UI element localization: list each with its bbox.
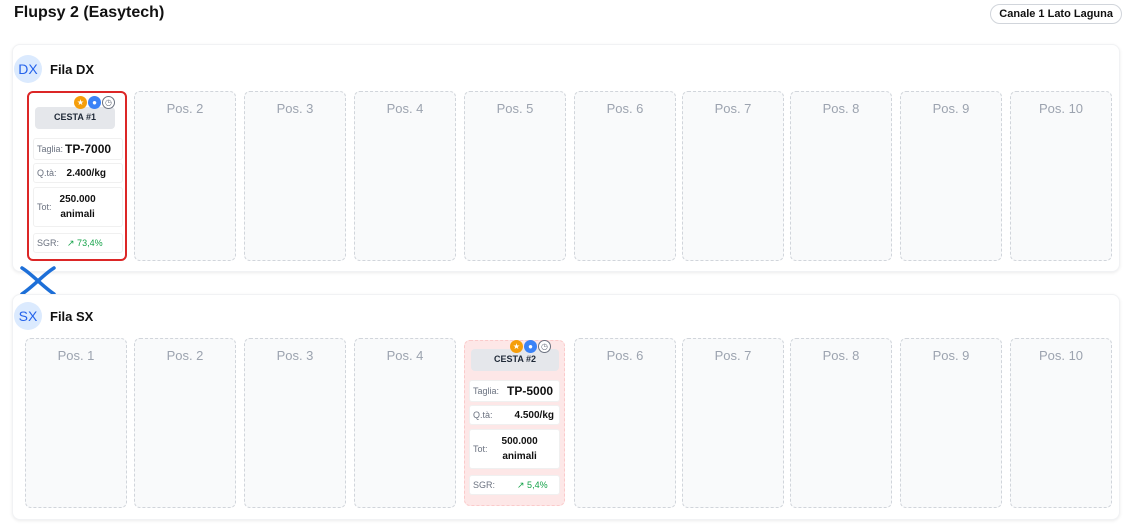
slot-dx-3[interactable]: Pos. 3 bbox=[244, 91, 346, 261]
slot-sx-3[interactable]: Pos. 3 bbox=[244, 338, 346, 508]
slot-label: Pos. 9 bbox=[932, 101, 970, 116]
basket-taglia-row: Taglia: TP-5000 bbox=[469, 380, 560, 402]
slot-label: Pos. 2 bbox=[166, 101, 204, 116]
qta-label: Q.tà: bbox=[473, 410, 493, 420]
slot-label: Pos. 3 bbox=[276, 348, 314, 363]
basket-qta-row: Q.tà: 2.400/kg bbox=[33, 163, 123, 183]
tot-label: Tot: bbox=[473, 444, 488, 454]
qta-value: 4.500/kg bbox=[514, 409, 554, 421]
slot-label: Pos. 8 bbox=[822, 348, 860, 363]
taglia-value: TP-7000 bbox=[65, 142, 112, 156]
slot-dx-9[interactable]: Pos. 9 bbox=[900, 91, 1002, 261]
tot-value-unit: animali bbox=[502, 451, 537, 462]
people-icon: ● bbox=[524, 340, 537, 353]
sgr-value: ↗ 73,4% bbox=[67, 237, 103, 248]
slot-sx-6[interactable]: Pos. 6 bbox=[574, 338, 676, 508]
basket-name: CESTA #1 bbox=[35, 107, 115, 129]
qta-label: Q.tà: bbox=[37, 168, 57, 178]
star-icon: ★ bbox=[74, 96, 87, 109]
slot-label: Pos. 9 bbox=[932, 348, 970, 363]
slot-sx-1[interactable]: Pos. 1 bbox=[25, 338, 127, 508]
slot-label: Pos. 6 bbox=[606, 101, 644, 116]
people-icon: ● bbox=[88, 96, 101, 109]
basket-status-icons: ★ ● ◷ bbox=[74, 96, 115, 109]
qta-value: 2.400/kg bbox=[66, 167, 106, 179]
basket-taglia-row: Taglia: TP-7000 bbox=[33, 138, 123, 160]
slot-dx-5[interactable]: Pos. 5 bbox=[464, 91, 566, 261]
slot-sx-2[interactable]: Pos. 2 bbox=[134, 338, 236, 508]
slot-sx-9[interactable]: Pos. 9 bbox=[900, 338, 1002, 508]
row-sx-label: Fila SX bbox=[50, 308, 94, 324]
sgr-value: ↗ 5,4% bbox=[517, 479, 548, 490]
basket-tot-row: Tot: 250.000 animali bbox=[33, 187, 123, 227]
row-dx-code: DX bbox=[14, 55, 42, 83]
slot-dx-4[interactable]: Pos. 4 bbox=[354, 91, 456, 261]
slot-dx-7[interactable]: Pos. 7 bbox=[682, 91, 784, 261]
swap-rows-icon[interactable] bbox=[20, 266, 56, 296]
slot-dx-8[interactable]: Pos. 8 bbox=[790, 91, 892, 261]
slot-label: Pos. 4 bbox=[386, 101, 424, 116]
row-sx-code: SX bbox=[14, 302, 42, 330]
slot-dx-6[interactable]: Pos. 6 bbox=[574, 91, 676, 261]
clock-icon: ◷ bbox=[538, 340, 551, 353]
slot-dx-10[interactable]: Pos. 10 bbox=[1010, 91, 1112, 261]
basket-card-1[interactable]: CESTA #1 ★ ● ◷ Taglia: TP-7000 Q.tà: 2.4… bbox=[27, 91, 127, 261]
slot-sx-7[interactable]: Pos. 7 bbox=[682, 338, 784, 508]
tot-label: Tot: bbox=[37, 202, 52, 212]
slot-label: Pos. 3 bbox=[276, 101, 314, 116]
slot-dx-2[interactable]: Pos. 2 bbox=[134, 91, 236, 261]
slot-label: Pos. 5 bbox=[496, 101, 534, 116]
taglia-label: Taglia: bbox=[37, 144, 64, 154]
slot-label: Pos. 7 bbox=[714, 348, 752, 363]
slot-label: Pos. 2 bbox=[166, 348, 204, 363]
sgr-label: SGR: bbox=[473, 480, 496, 490]
basket-tot-row: Tot: 500.000 animali bbox=[469, 429, 560, 469]
page-title: Flupsy 2 (Easytech) bbox=[14, 4, 165, 21]
slot-label: Pos. 10 bbox=[1038, 101, 1084, 116]
basket-qta-row: Q.tà: 4.500/kg bbox=[469, 405, 560, 425]
star-icon: ★ bbox=[510, 340, 523, 353]
slot-sx-8[interactable]: Pos. 8 bbox=[790, 338, 892, 508]
row-dx-header: DX Fila DX bbox=[14, 55, 94, 83]
basket-card-2[interactable]: CESTA #2 ★ ● ◷ Taglia: TP-5000 Q.tà: 4.5… bbox=[464, 340, 565, 506]
tot-value-count: 250.000 bbox=[59, 194, 96, 205]
basket-sgr-row: SGR: ↗ 73,4% bbox=[33, 233, 123, 253]
row-dx-label: Fila DX bbox=[50, 61, 95, 77]
basket-sgr-row: SGR: ↗ 5,4% bbox=[469, 475, 560, 495]
slot-label: Pos. 7 bbox=[714, 101, 752, 116]
slot-label: Pos. 1 bbox=[57, 348, 95, 363]
tot-value-unit: animali bbox=[60, 209, 95, 220]
taglia-value: TP-5000 bbox=[507, 384, 554, 398]
slot-sx-10[interactable]: Pos. 10 bbox=[1010, 338, 1112, 508]
tot-value-count: 500.000 bbox=[501, 436, 538, 447]
slot-sx-4[interactable]: Pos. 4 bbox=[354, 338, 456, 508]
basket-status-icons: ★ ● ◷ bbox=[510, 340, 551, 353]
slot-label: Pos. 10 bbox=[1038, 348, 1084, 363]
taglia-label: Taglia: bbox=[473, 386, 500, 396]
sgr-label: SGR: bbox=[37, 238, 60, 248]
slot-label: Pos. 8 bbox=[822, 101, 860, 116]
row-sx-header: SX Fila SX bbox=[14, 302, 93, 330]
slot-label: Pos. 4 bbox=[386, 348, 424, 363]
clock-icon: ◷ bbox=[102, 96, 115, 109]
slot-label: Pos. 6 bbox=[606, 348, 644, 363]
channel-badge[interactable]: Canale 1 Lato Laguna bbox=[990, 4, 1122, 24]
